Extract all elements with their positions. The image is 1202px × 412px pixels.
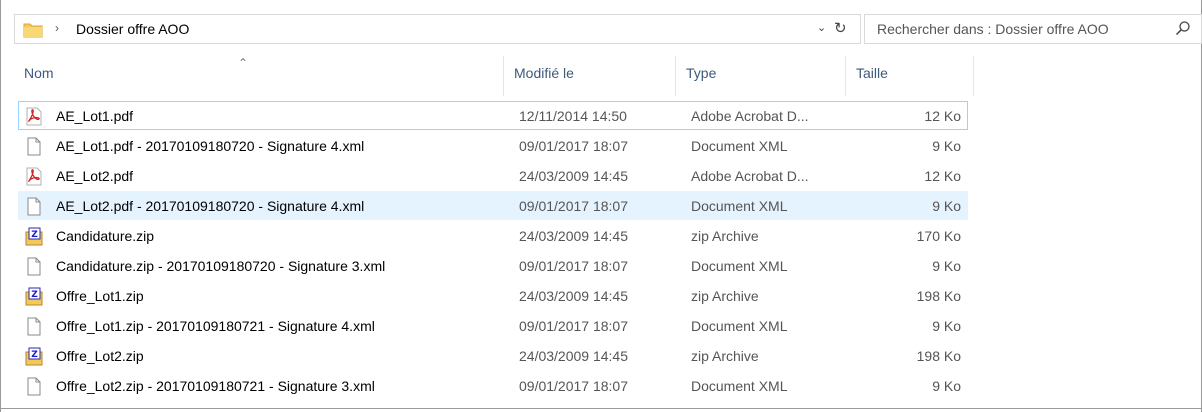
file-row[interactable]: Candidature.zip - 20170109180720 - Signa… (18, 251, 968, 280)
file-size: 12 Ko (924, 168, 961, 184)
file-type: zip Archive (691, 348, 759, 364)
column-headers: Nom ⌃ Modifié le Type Taille (14, 56, 974, 96)
file-modified: 24/03/2009 14:45 (519, 348, 628, 364)
file-size: 198 Ko (916, 348, 961, 364)
file-row[interactable]: Z Candidature.zip 24/03/2009 14:45 zip Arch… (18, 221, 968, 250)
file-row[interactable]: AE_Lot1.pdf 12/11/2014 14:50 Adobe Acrobat… (18, 101, 968, 130)
file-modified: 09/01/2017 18:07 (519, 138, 628, 154)
file-type: Document XML (691, 198, 788, 214)
folder-icon (23, 23, 43, 38)
pdf-icon (25, 107, 43, 126)
file-type: zip Archive (691, 288, 759, 304)
explorer-window: › Dossier offre AOO ⌄ ↻ Rechercher dans … (0, 0, 1202, 412)
file-type: zip Archive (691, 228, 759, 244)
file-modified: 09/01/2017 18:07 (519, 378, 628, 394)
search-box[interactable]: Rechercher dans : Dossier offre AOO (864, 14, 1202, 44)
zip-icon: Z (25, 227, 43, 246)
breadcrumb-separator: › (55, 21, 59, 35)
column-header-size[interactable]: Taille (846, 56, 974, 96)
file-size: 9 Ko (932, 138, 961, 154)
column-header-modified[interactable]: Modifié le (504, 56, 676, 96)
file-size: 12 Ko (924, 108, 961, 124)
file-modified: 09/01/2017 18:07 (519, 198, 628, 214)
file-row[interactable]: Z Offre_Lot1.zip 24/03/2009 14:45 zip Archi… (18, 281, 968, 310)
file-row[interactable]: Z Offre_Lot2.zip 24/03/2009 14:45 zip Archi… (18, 341, 968, 370)
file-row[interactable]: Offre_Lot1.zip - 20170109180721 - Signat… (18, 311, 968, 340)
file-type: Document XML (691, 138, 788, 154)
chevron-down-icon[interactable]: ⌄ (817, 21, 826, 34)
column-header-size-label: Taille (856, 65, 888, 81)
svg-text:Z: Z (31, 290, 38, 300)
file-size: 170 Ko (916, 228, 961, 244)
column-header-type-label: Type (686, 65, 717, 81)
file-name: AE_Lot2.pdf - 20170109180720 - Signature… (56, 198, 365, 214)
file-modified: 09/01/2017 18:07 (519, 258, 628, 274)
file-modified: 24/03/2009 14:45 (519, 168, 628, 184)
svg-text:Z: Z (31, 230, 38, 240)
pdf-icon (25, 167, 43, 186)
address-bar[interactable]: › Dossier offre AOO ⌄ ↻ (14, 14, 861, 44)
xml-file-icon (25, 137, 43, 156)
file-size: 9 Ko (932, 378, 961, 394)
column-header-name-label: Nom (24, 65, 54, 81)
file-name: Offre_Lot1.zip - 20170109180721 - Signat… (56, 318, 375, 334)
file-modified: 24/03/2009 14:45 (519, 288, 628, 304)
zip-icon: Z (25, 347, 43, 366)
file-size: 9 Ko (932, 258, 961, 274)
file-name: AE_Lot2.pdf (56, 168, 134, 184)
xml-file-icon (25, 257, 43, 276)
search-icon[interactable] (1175, 20, 1191, 36)
search-input[interactable]: Rechercher dans : Dossier offre AOO (877, 21, 1109, 37)
refresh-icon[interactable]: ↻ (834, 19, 847, 37)
file-type: Document XML (691, 258, 788, 274)
window-border-left (0, 0, 1, 412)
file-modified: 24/03/2009 14:45 (519, 228, 628, 244)
file-row[interactable]: AE_Lot2.pdf - 20170109180720 - Signature… (18, 191, 968, 220)
window-border-bottom (0, 408, 1202, 412)
file-name: Offre_Lot2.zip - 20170109180721 - Signat… (56, 378, 375, 394)
column-header-modified-label: Modifié le (514, 65, 574, 81)
file-name: Candidature.zip - 20170109180720 - Signa… (56, 258, 386, 274)
file-name: Candidature.zip (56, 228, 155, 244)
file-type: Document XML (691, 378, 788, 394)
file-modified: 09/01/2017 18:07 (519, 318, 628, 334)
file-row[interactable]: Offre_Lot2.zip - 20170109180721 - Signat… (18, 371, 968, 400)
file-type: Adobe Acrobat D... (691, 168, 809, 184)
file-type: Document XML (691, 318, 788, 334)
sort-ascending-icon: ⌃ (238, 56, 249, 70)
file-size: 198 Ko (916, 288, 961, 304)
column-header-name[interactable]: Nom ⌃ (14, 56, 504, 96)
file-size: 9 Ko (932, 318, 961, 334)
breadcrumb-current-folder[interactable]: Dossier offre AOO (76, 21, 189, 37)
xml-file-icon (25, 197, 43, 216)
file-type: Adobe Acrobat D... (691, 108, 809, 124)
file-name: Offre_Lot2.zip (56, 348, 144, 364)
file-name: AE_Lot1.pdf - 20170109180720 - Signature… (56, 138, 365, 154)
zip-icon: Z (25, 287, 43, 306)
xml-file-icon (25, 377, 43, 396)
column-header-type[interactable]: Type (676, 56, 846, 96)
xml-file-icon (25, 317, 43, 336)
file-size: 9 Ko (932, 198, 961, 214)
file-name: AE_Lot1.pdf (56, 108, 134, 124)
file-row[interactable]: AE_Lot1.pdf - 20170109180720 - Signature… (18, 131, 968, 160)
svg-text:Z: Z (31, 350, 38, 360)
file-name: Offre_Lot1.zip (56, 288, 144, 304)
file-row[interactable]: AE_Lot2.pdf 24/03/2009 14:45 Adobe Acrobat… (18, 161, 968, 190)
file-modified: 12/11/2014 14:50 (519, 108, 627, 124)
